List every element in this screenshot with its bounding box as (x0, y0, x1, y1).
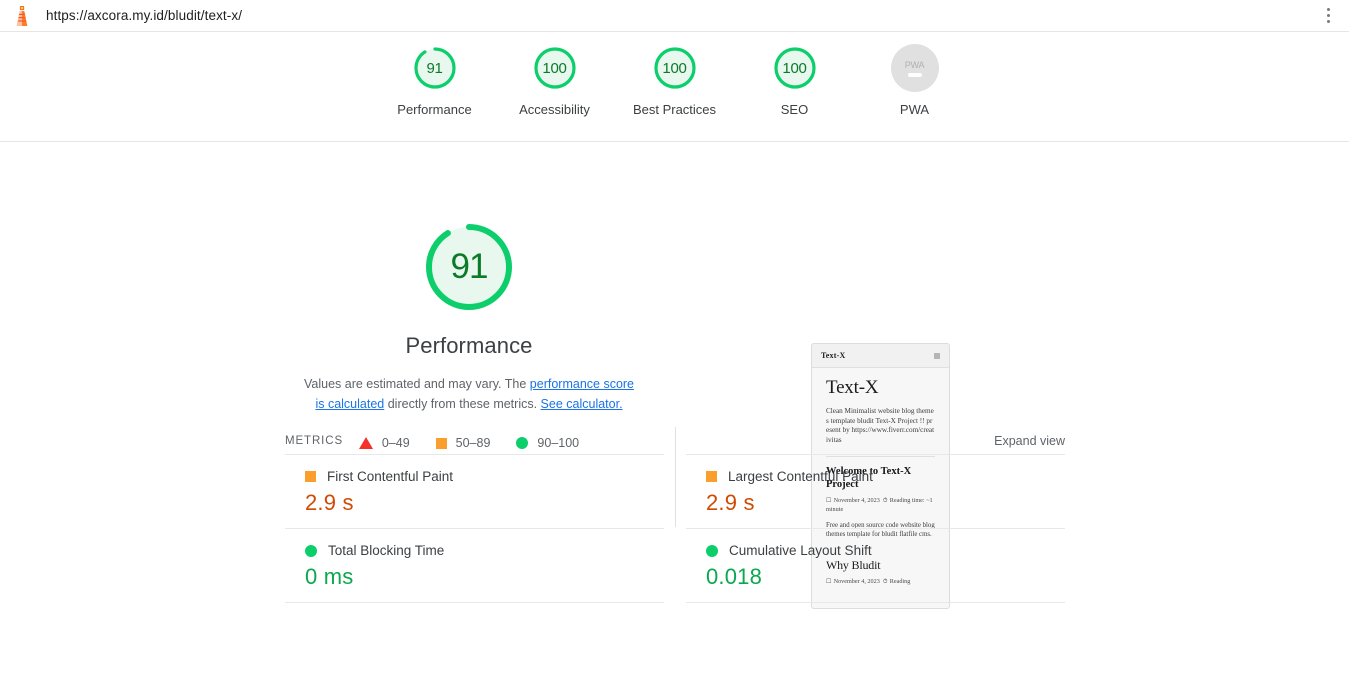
pwa-badge-icon: PWA (890, 44, 939, 92)
performance-description: Values are estimated and may vary. The p… (300, 374, 638, 414)
metrics-column-left: First Contentful Paint 2.9 s Total Block… (285, 454, 664, 603)
circle-icon (305, 544, 317, 557)
score-value-accessibility: 100 (542, 59, 567, 77)
metric-name-lcp: Largest Contentful Paint (728, 469, 873, 484)
score-label-pwa: PWA (899, 102, 930, 117)
metric-name-fcp: First Contentful Paint (327, 469, 454, 484)
square-icon (305, 471, 316, 482)
score-value-seo: 100 (782, 59, 807, 77)
lighthouse-logo-icon (16, 5, 28, 26)
score-label-performance: Performance (397, 102, 472, 117)
thumbnail-site-title: Text-X (826, 377, 879, 398)
metrics-right-bottom-rule (686, 602, 1065, 603)
score-label-seo: SEO (780, 102, 809, 117)
metric-first-contentful-paint[interactable]: First Contentful Paint 2.9 s (285, 454, 664, 528)
score-gauge-pwa[interactable]: PWA PWA (855, 44, 975, 117)
score-label-best-practices: Best Practices (632, 102, 717, 117)
report-body: 91 Performance Values are estimated and … (0, 142, 1349, 681)
metrics-grid: First Contentful Paint 2.9 s Total Block… (285, 454, 1065, 603)
score-value-performance: 91 (426, 59, 443, 77)
score-label-accessibility: Accessibility (519, 102, 590, 117)
metrics-header: METRICS Expand view (285, 434, 1065, 454)
score-gauge-performance[interactable]: 91 Performance (375, 44, 495, 117)
gauge-ring-best-practices: 100 (651, 44, 699, 92)
performance-score-value: 91 (450, 247, 489, 286)
expand-view-button[interactable]: Expand view (994, 434, 1065, 448)
metrics-column-right: Largest Contentful Paint 2.9 s Cumulativ… (686, 454, 1065, 603)
score-gauge-seo[interactable]: 100 SEO (735, 44, 855, 117)
metrics-section: METRICS Expand view First Contentful Pai… (285, 434, 1065, 603)
see-calculator-link[interactable]: See calculator. (541, 397, 623, 411)
gauge-ring-accessibility: 100 (531, 44, 579, 92)
square-icon (706, 471, 717, 482)
metric-value-lcp: 2.9 s (706, 490, 755, 515)
metrics-left-bottom-rule (285, 602, 664, 603)
thumbnail-header-title: Text-X (821, 351, 846, 360)
browser-toolbar: https://axcora.my.id/bludit/text-x/ (0, 0, 1349, 32)
description-text-part1: Values are estimated and may vary. The (303, 377, 530, 391)
score-value-best-practices: 100 (662, 59, 687, 77)
performance-summary: 91 Performance Values are estimated and … (300, 217, 638, 450)
circle-icon (706, 544, 718, 557)
pwa-badge-text: PWA (904, 59, 925, 70)
performance-gauge-large: 91 (419, 217, 519, 317)
metric-value-fcp: 2.9 s (305, 490, 354, 515)
metric-value-cls: 0.018 (706, 564, 763, 589)
metric-largest-contentful-paint[interactable]: Largest Contentful Paint 2.9 s (686, 454, 1065, 528)
metric-name-cls: Cumulative Layout Shift (729, 543, 872, 558)
score-gauge-best-practices[interactable]: 100 Best Practices (615, 44, 735, 117)
score-gauge-accessibility[interactable]: 100 Accessibility (495, 44, 615, 117)
description-text-part2: directly from these metrics. (384, 397, 541, 411)
pwa-dash-icon (907, 72, 922, 77)
metric-value-tbt: 0 ms (305, 564, 354, 589)
gauge-ring-performance: 91 (411, 44, 459, 92)
metric-total-blocking-time[interactable]: Total Blocking Time 0 ms (285, 528, 664, 602)
metrics-section-title: METRICS (285, 435, 344, 447)
performance-title: Performance (405, 333, 533, 358)
gauge-ring-seo: 100 (771, 44, 819, 92)
thumbnail-site-header: Text-X (812, 344, 949, 368)
hamburger-icon (934, 352, 940, 359)
category-score-strip: 91 Performance 100 Accessibility 100 Bes… (0, 32, 1349, 142)
metric-cumulative-layout-shift[interactable]: Cumulative Layout Shift 0.018 (686, 528, 1065, 602)
metric-name-tbt: Total Blocking Time (328, 543, 445, 558)
address-bar-url[interactable]: https://axcora.my.id/bludit/text-x/ (46, 8, 242, 23)
kebab-menu-icon[interactable] (1317, 5, 1339, 27)
